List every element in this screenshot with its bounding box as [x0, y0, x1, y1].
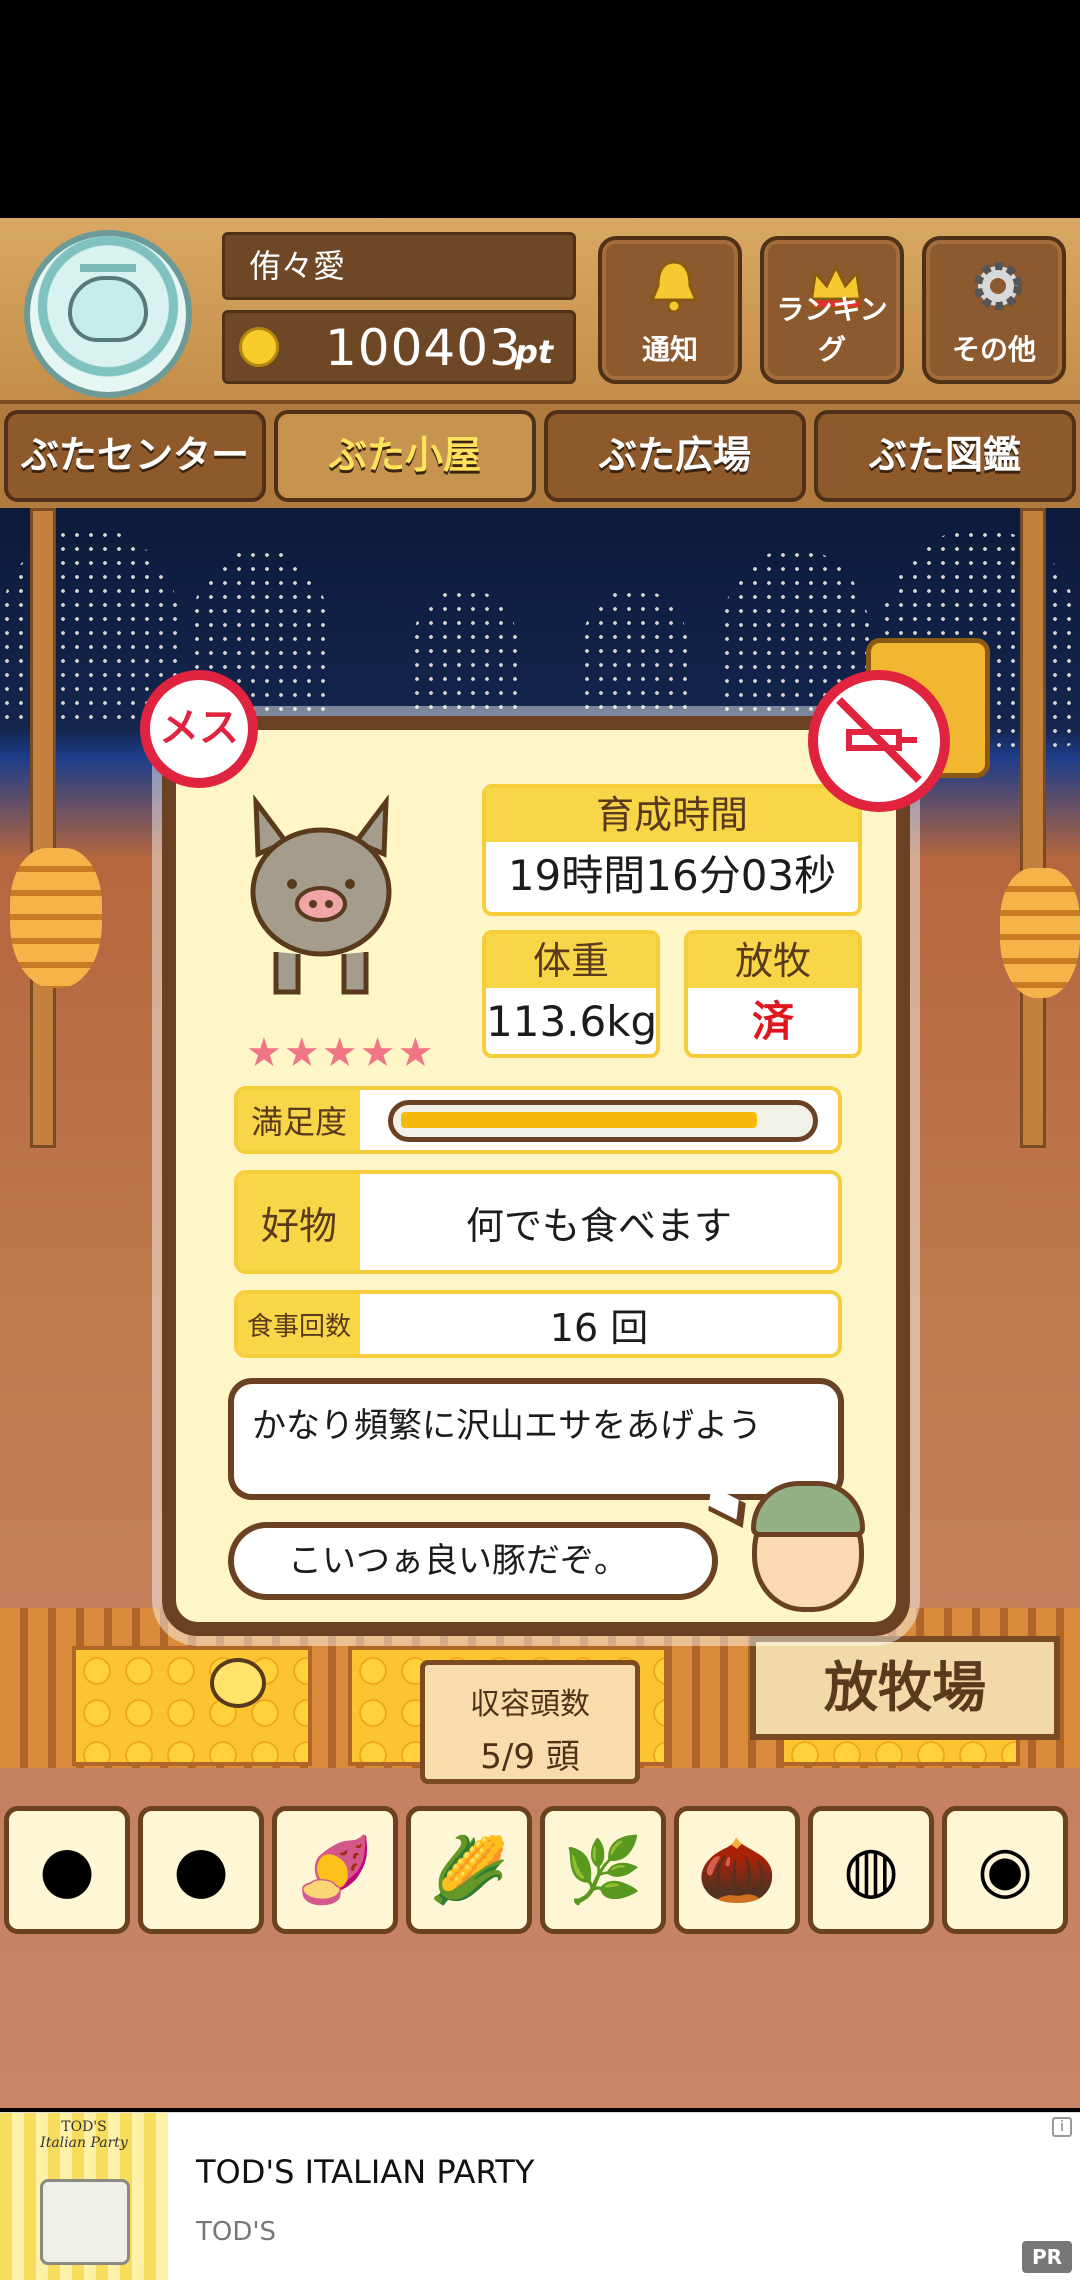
pig-detail-panel[interactable]: ★★★★★ 育成時間 19時間16分03秒 体重 113.6kg 放牧 済 満足…: [162, 716, 910, 1636]
meals-value: 16 回: [549, 1305, 649, 1350]
pr-badge: PR: [1022, 2241, 1072, 2273]
food-slot[interactable]: ●: [138, 1806, 264, 1934]
food-bar: ● ● 🍠 🌽 🌿 🌰 ◍ ◉: [0, 1806, 1080, 1940]
tab-buta-encyclopedia[interactable]: ぶた図鑑: [814, 410, 1076, 502]
honey-pot-icon: [10, 848, 102, 988]
acorn-icon: 🌰: [697, 1833, 777, 1908]
food-slot[interactable]: 🌰: [674, 1806, 800, 1934]
gear-icon: [968, 256, 1028, 316]
food-slot[interactable]: ◍: [808, 1806, 934, 1934]
food-slot[interactable]: 🌽: [406, 1806, 532, 1934]
comment-bubble: こいつぁ良い豚だぞ。: [228, 1522, 718, 1600]
grazing-label: 放牧: [688, 934, 858, 988]
corn-icon: 🌽: [429, 1833, 509, 1908]
food-slot[interactable]: 🌿: [540, 1806, 666, 1934]
ad-title[interactable]: TOD'S ITALIAN PARTY: [196, 2153, 534, 2191]
satisfaction-row: 満足度: [234, 1086, 842, 1154]
capacity-label: 収容頭数: [470, 1687, 590, 1722]
favorite-food-row: 好物 何でも食べます: [234, 1170, 842, 1274]
notification-label: 通知: [641, 333, 698, 366]
ad-image-brand: TOD'S: [61, 2119, 107, 2135]
points-display: 100403 pt: [222, 310, 576, 384]
satisfaction-meter: [388, 1100, 818, 1142]
food-slot[interactable]: ●: [4, 1806, 130, 1934]
left-post: [30, 508, 56, 1148]
ad-info-icon[interactable]: i: [1052, 2117, 1072, 2137]
meal-count-row: 食事回数 16 回: [234, 1290, 842, 1358]
honeycomb-panel: [72, 1646, 312, 1766]
grain-pile-icon: ●: [39, 1833, 95, 1907]
favorite-value: 何でも食べます: [465, 1203, 732, 1248]
female-badge: メス: [140, 670, 258, 788]
other-button[interactable]: その他: [922, 236, 1066, 384]
weight-box: 体重 113.6kg: [482, 930, 660, 1058]
illuminated-tree-decoration: [410, 588, 520, 718]
farmer-icon: [751, 1481, 865, 1612]
ad-advertiser: TOD'S: [196, 2217, 277, 2247]
advice-bubble: かなり頻繁に沢山エサをあげよう: [228, 1378, 844, 1500]
points-unit: pt: [515, 333, 554, 371]
other-label: その他: [951, 333, 1036, 366]
coin-icon: [239, 327, 279, 367]
honey-pot-icon: [1000, 868, 1080, 998]
capacity-sign: 収容頭数 5/9 頭: [420, 1660, 640, 1784]
tab-buta-barn[interactable]: ぶた小屋: [274, 410, 536, 502]
rating-stars: ★★★★★: [246, 1030, 436, 1076]
ad-banner[interactable]: TOD'S Italian Party TOD'S ITALIAN PARTY …: [0, 2112, 1080, 2280]
growth-time-box: 育成時間 19時間16分03秒: [482, 784, 862, 916]
meals-label: 食事回数: [238, 1294, 360, 1354]
illuminated-tree-decoration: [580, 588, 690, 718]
bee-icon: [210, 1658, 266, 1708]
food-slot[interactable]: ◉: [942, 1806, 1068, 1934]
weight-value: 113.6kg: [486, 997, 658, 1046]
notification-button[interactable]: 通知: [598, 236, 742, 384]
meatball-plate-icon: ◉: [977, 1833, 1033, 1907]
growth-time-value: 19時間16分03秒: [507, 851, 837, 900]
grazing-value: 済: [751, 997, 794, 1046]
ranking-label: ランキング: [776, 293, 888, 366]
pasture-sign[interactable]: 放牧場: [750, 1636, 1060, 1740]
weight-label: 体重: [486, 934, 656, 988]
mixed-grain-icon: ●: [173, 1833, 229, 1907]
ranking-button[interactable]: ランキング: [760, 236, 904, 384]
grain-plate-icon: ◍: [843, 1833, 899, 1907]
tab-buta-plaza[interactable]: ぶた広場: [544, 410, 806, 502]
leaves-beans-icon: 🌿: [563, 1833, 643, 1908]
growth-time-label: 育成時間: [486, 788, 858, 842]
capacity-value: 5/9 頭: [480, 1737, 580, 1777]
right-post: [1020, 508, 1046, 1148]
favorite-label: 好物: [238, 1174, 360, 1270]
pig-avatar-icon: [68, 276, 148, 342]
player-avatar[interactable]: [24, 230, 192, 398]
user-name: 侑々愛: [222, 232, 576, 300]
satisfaction-fill: [401, 1112, 757, 1128]
grazing-box: 放牧 済: [684, 930, 862, 1058]
ad-image-caption: Italian Party: [40, 2135, 128, 2151]
no-syringe-icon[interactable]: [808, 670, 950, 812]
satisfaction-label: 満足度: [238, 1090, 360, 1150]
status-bar-area: [0, 0, 1080, 218]
food-slot[interactable]: 🍠: [272, 1806, 398, 1934]
points-value: 100403: [325, 319, 522, 377]
sweet-potato-icon: 🍠: [295, 1833, 375, 1908]
tab-buta-center[interactable]: ぶたセンター: [4, 410, 266, 502]
handbag-icon: [40, 2179, 130, 2265]
pig-character-icon: [250, 794, 392, 995]
bell-icon: [644, 256, 704, 316]
header: 侑々愛 100403 pt 通知 ランキング その他: [0, 218, 1080, 404]
tab-bar: ぶたセンター ぶた小屋 ぶた広場 ぶた図鑑: [0, 404, 1080, 508]
crown-icon: [80, 242, 136, 272]
ad-image[interactable]: TOD'S Italian Party: [0, 2113, 168, 2280]
